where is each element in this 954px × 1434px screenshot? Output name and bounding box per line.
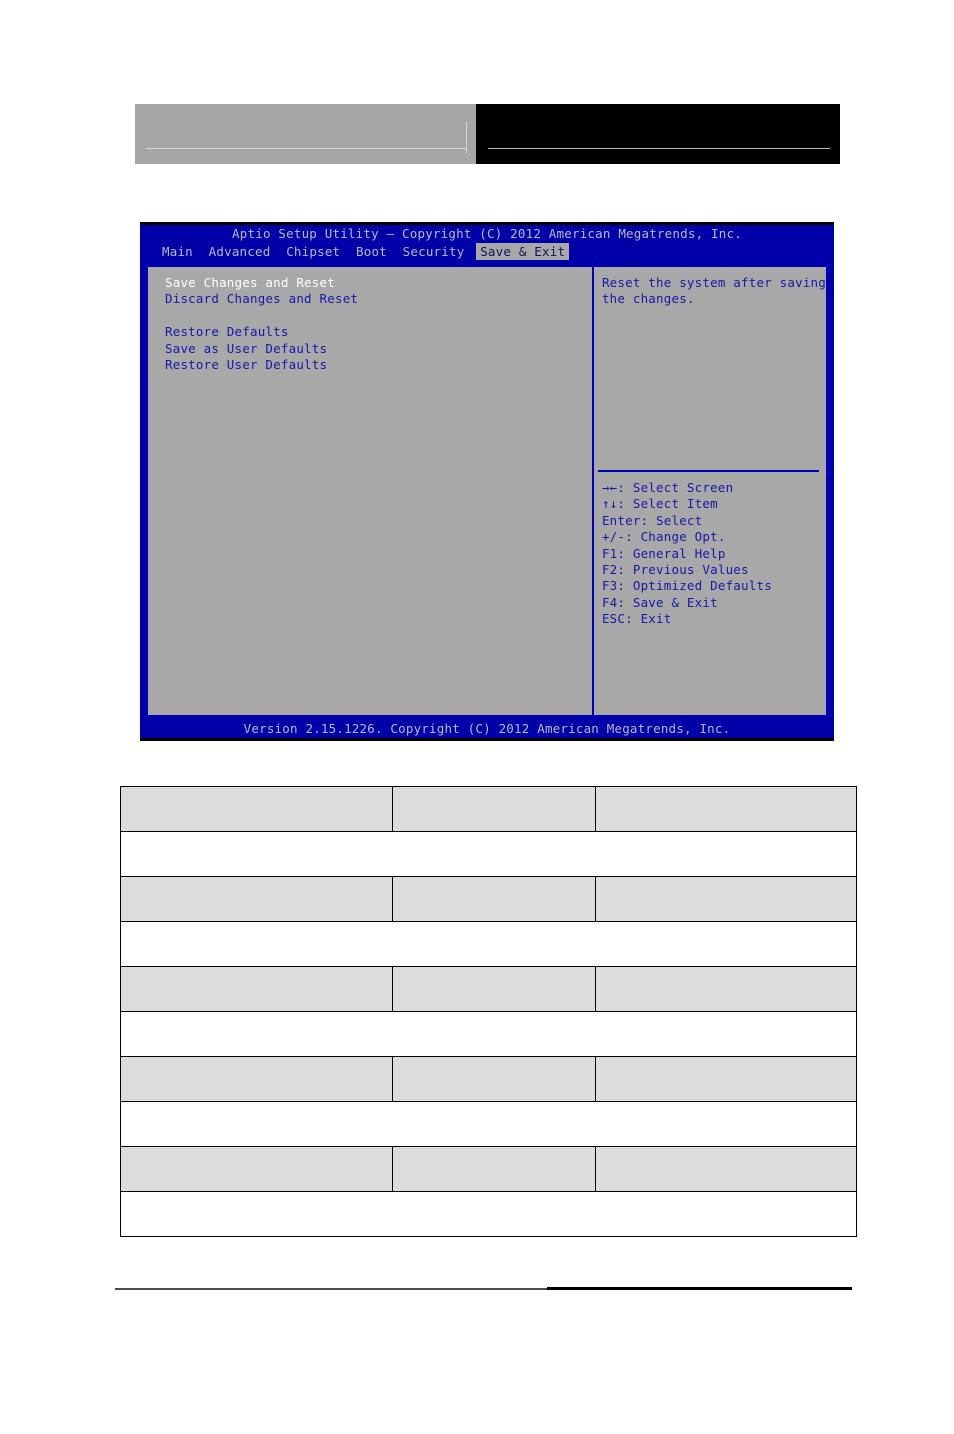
bios-key-legend: →←: Select Screen ↑↓: Select Item Enter: S… — [602, 480, 772, 628]
table-cell — [594, 1146, 858, 1192]
table-cell-wide — [120, 831, 857, 877]
bios-setup-screen: Aptio Setup Utility – Copyright (C) 2012… — [140, 222, 834, 741]
table-row — [119, 1146, 858, 1192]
bios-tab-boot[interactable]: Boot — [352, 243, 391, 260]
header-right-horizontal-rule — [488, 148, 830, 149]
table-cell-wide — [120, 1011, 857, 1057]
table-cell — [594, 966, 858, 1012]
key-legend-line: +/-: Change Opt. — [601, 529, 726, 545]
help-panel-rule — [597, 470, 819, 472]
footer-rule-right — [547, 1287, 852, 1290]
bios-option-list: Save Changes and Reset Discard Changes an… — [148, 267, 592, 715]
table-description-row — [120, 1191, 857, 1237]
bios-tab-advanced[interactable]: Advanced — [205, 243, 275, 260]
key-legend-line: F4: Save & Exit — [601, 594, 718, 610]
header-left-block — [135, 104, 476, 164]
table-cell — [594, 1056, 858, 1102]
table-cell — [392, 966, 596, 1012]
bios-option-save-as-user-defaults[interactable]: Save as User Defaults — [165, 341, 592, 357]
table-cell — [119, 876, 394, 922]
options-description-table — [119, 786, 858, 1237]
table-row — [119, 876, 858, 922]
bios-tab-security[interactable]: Security — [399, 243, 469, 260]
bios-tab-save-exit[interactable]: Save & Exit — [476, 243, 570, 260]
table-cell — [119, 1056, 394, 1102]
table-cell — [392, 876, 596, 922]
key-legend-line: F1: General Help — [601, 545, 726, 561]
key-legend-line: F3: Optimized Defaults — [601, 578, 772, 594]
table-description-row — [120, 1011, 857, 1057]
footer-rule-left — [115, 1288, 547, 1290]
bios-bottom-edge — [140, 738, 834, 741]
header-right-block — [476, 104, 840, 164]
header-left-horizontal-rule — [146, 148, 467, 149]
help-text-line-1: Reset the system after saving — [601, 275, 826, 290]
page-header-banner — [135, 104, 840, 164]
tab-separator — [197, 244, 205, 259]
key-legend-line: Enter: Select — [601, 512, 703, 528]
table-cell — [119, 966, 394, 1012]
bios-body: Save Changes and Reset Discard Changes an… — [146, 265, 828, 717]
tab-separator — [344, 244, 352, 259]
bios-tab-chipset[interactable]: Chipset — [282, 243, 344, 260]
table-cell-wide — [120, 1101, 857, 1147]
bios-version-footer: Version 2.15.1226. Copyright (C) 2012 Am… — [243, 721, 731, 736]
bios-title-bar: Aptio Setup Utility – Copyright (C) 2012… — [232, 226, 742, 241]
table-row — [119, 1056, 858, 1102]
table-cell — [392, 1056, 596, 1102]
key-legend-line: ↑↓: Select Item — [601, 496, 718, 512]
table-description-row — [120, 1101, 857, 1147]
table-cell — [119, 786, 394, 832]
tab-separator — [391, 244, 399, 259]
key-legend-line: F2: Previous Values — [601, 561, 749, 577]
table-cell — [119, 1146, 394, 1192]
table-row — [119, 966, 858, 1012]
table-cell-wide — [120, 921, 857, 967]
bios-option-restore-defaults[interactable]: Restore Defaults — [165, 324, 592, 340]
bios-tab-main[interactable]: Main — [158, 243, 197, 260]
key-legend-line: →←: Select Screen — [601, 480, 734, 495]
table-row — [119, 786, 858, 832]
table-cell — [594, 786, 858, 832]
bios-help-panel: Reset the system after saving the change… — [594, 267, 826, 715]
bios-option-restore-user-defaults[interactable]: Restore User Defaults — [165, 357, 592, 373]
key-legend-line: ESC: Exit — [601, 611, 672, 627]
table-cell — [392, 786, 596, 832]
table-cell-wide — [120, 1191, 857, 1237]
bios-menu-bar: Main Advanced Chipset Boot Security Save… — [140, 243, 834, 260]
menu-spacer — [165, 308, 592, 324]
help-text-line-2: the changes. — [601, 291, 695, 307]
table-cell — [594, 876, 858, 922]
table-description-row — [120, 831, 857, 877]
table-description-row — [120, 921, 857, 967]
table-cell — [392, 1146, 596, 1192]
bios-option-discard-changes-and-reset[interactable]: Discard Changes and Reset — [165, 291, 592, 307]
bios-option-save-changes-and-reset[interactable]: Save Changes and Reset — [165, 275, 592, 291]
